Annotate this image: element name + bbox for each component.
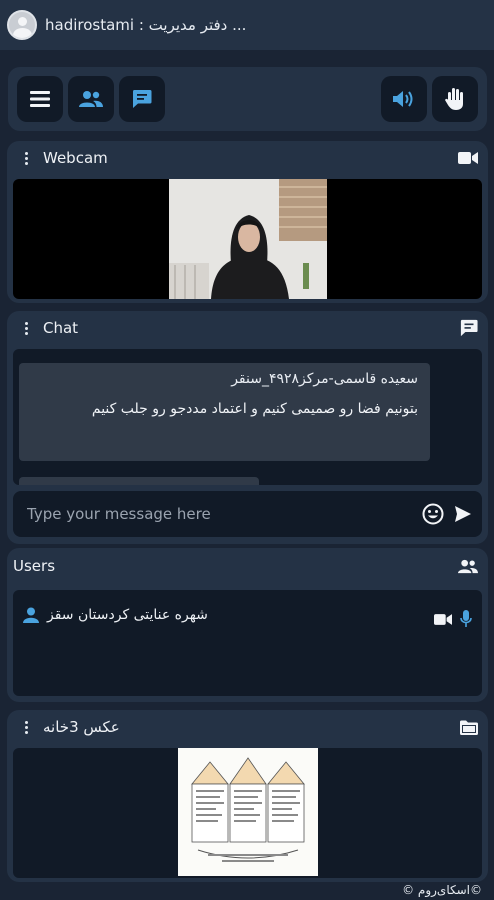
- user-name: شهره عنایتی کردستان سقز: [47, 607, 208, 623]
- speaker-icon: [393, 91, 413, 107]
- users-icon: [458, 559, 478, 573]
- chat-icon: [460, 319, 478, 337]
- webcam-panel-header: Webcam: [7, 141, 488, 175]
- chat-button[interactable]: [119, 76, 165, 122]
- webcam-panel: Webcam: [7, 141, 488, 303]
- chat-panel-header: Chat: [7, 311, 488, 345]
- photo-panel-header: عکس 3خانه: [7, 710, 488, 744]
- microphone-icon[interactable]: [460, 610, 472, 628]
- speaker-button[interactable]: [381, 76, 427, 122]
- chat-icon: [132, 90, 152, 108]
- raise-hand-icon: [445, 88, 463, 110]
- photo-panel-title: عکس 3خانه: [43, 718, 120, 736]
- toolbar: [8, 67, 487, 131]
- users-list: شهره عنایتی کردستان سقز: [13, 590, 482, 696]
- chat-message: سعیده قاسمی-مرکز۴۹۲۸_سنقر بتونیم فضا رو …: [19, 363, 430, 461]
- folder-image-icon: [460, 720, 478, 735]
- room-title: hadirostami : دفتر مدیریت ...: [45, 16, 247, 34]
- video-camera-icon[interactable]: [434, 613, 452, 626]
- photo-panel: عکس 3خانه: [7, 710, 488, 882]
- webcam-view: [13, 179, 482, 299]
- users-panel: Users شهره عنایتی کردستان سقز: [7, 548, 488, 702]
- message-text: بتونیم فضا رو صمیمی کنیم و اعتماد مددجو …: [91, 401, 418, 417]
- panel-menu-icon[interactable]: [19, 720, 33, 734]
- chat-message-input[interactable]: [27, 505, 422, 523]
- users-title: Users: [13, 557, 56, 575]
- raise-hand-button[interactable]: [432, 76, 478, 122]
- message-sender: سعیده قاسمی-مرکز۴۹۲۸_سنقر: [231, 371, 418, 387]
- menu-icon: [30, 91, 50, 107]
- send-icon[interactable]: [454, 505, 472, 523]
- chat-input-bar: [13, 491, 482, 537]
- avatar[interactable]: [7, 10, 37, 40]
- users-panel-header: Users: [7, 548, 488, 584]
- chat-title: Chat: [43, 319, 79, 337]
- users-icon: [79, 91, 103, 107]
- webcam-title: Webcam: [43, 149, 108, 167]
- panel-menu-icon[interactable]: [19, 321, 33, 335]
- chat-messages[interactable]: سعیده قاسمی-مرکز۴۹۲۸_سنقر بتونیم فضا رو …: [13, 349, 482, 485]
- footer-copyright: ©اسکای‌روم ©: [402, 883, 482, 897]
- user-item[interactable]: شهره عنایتی کردستان سقز: [13, 600, 482, 630]
- user-icon: [23, 607, 39, 623]
- webcam-video[interactable]: [169, 179, 327, 299]
- emoji-icon[interactable]: [422, 503, 444, 525]
- menu-button[interactable]: [17, 76, 63, 122]
- photo-view: [13, 748, 482, 878]
- webcam-person-image: [169, 179, 327, 299]
- video-camera-icon: [458, 152, 478, 164]
- house-diagram-image[interactable]: [178, 748, 318, 876]
- panel-menu-icon[interactable]: [19, 151, 33, 165]
- chat-panel: Chat سعیده قاسمی-مرکز۴۹۲۸_سنقر بتونیم فض…: [7, 311, 488, 544]
- users-button[interactable]: [68, 76, 114, 122]
- top-bar: hadirostami : دفتر مدیریت ...: [0, 0, 494, 50]
- chat-message: [19, 477, 259, 485]
